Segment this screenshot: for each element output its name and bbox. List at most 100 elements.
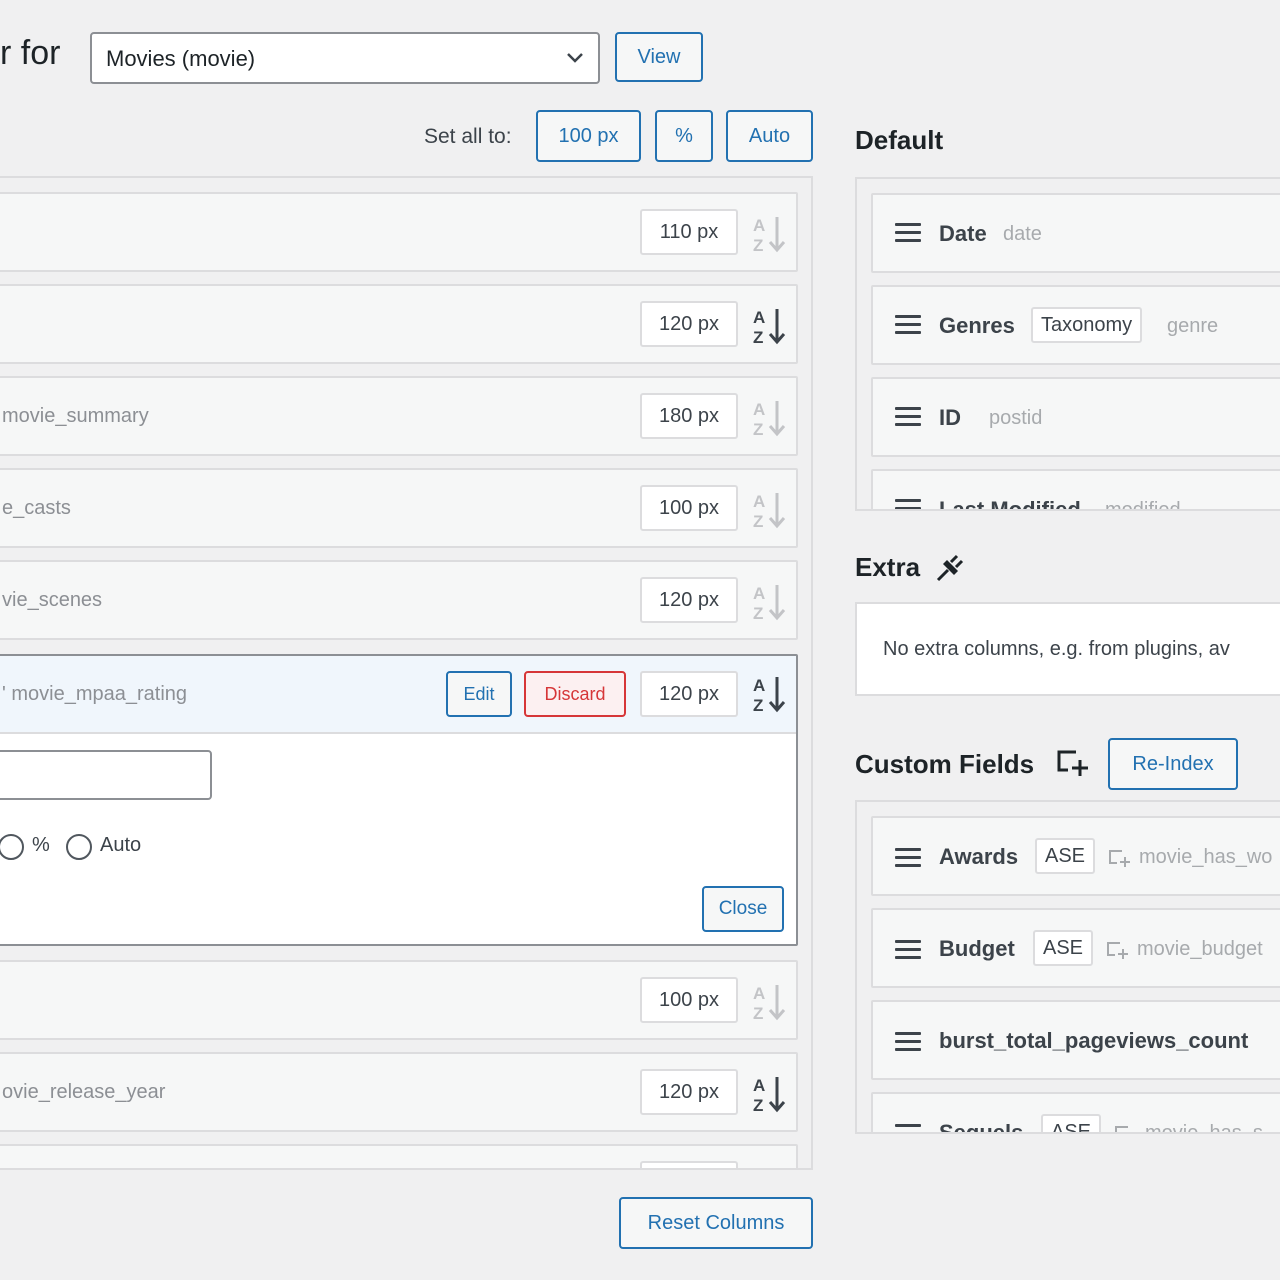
column-width-button[interactable]: 100 px	[640, 485, 738, 531]
drag-handle-icon[interactable]	[895, 499, 921, 509]
set-all-auto-button[interactable]: Auto	[726, 110, 813, 162]
column-width-button[interactable]: 110 px	[640, 209, 738, 255]
field-name: ID	[939, 405, 961, 430]
column-width-button[interactable]: 120 px	[640, 577, 738, 623]
drag-handle-icon[interactable]	[895, 1124, 921, 1132]
field-meta: movie_budget	[1137, 938, 1263, 960]
custom-field-icon	[1115, 1126, 1128, 1132]
svg-text:Z: Z	[753, 1004, 763, 1022]
drag-handle-icon[interactable]	[895, 1032, 921, 1052]
drag-handle-icon[interactable]	[895, 848, 921, 868]
close-button[interactable]: Close	[702, 886, 784, 932]
svg-text:A: A	[753, 400, 765, 419]
column-row[interactable]: 120 px AZ	[0, 284, 798, 364]
field-meta: postid	[989, 407, 1043, 429]
field-badge: Taxonomy	[1031, 307, 1143, 343]
default-columns-panel: Date date Genres Taxonomy genre ID posti…	[855, 177, 1280, 511]
svg-text:A: A	[753, 216, 765, 235]
svg-text:Z: Z	[753, 1096, 763, 1114]
edit-button[interactable]: Edit	[446, 671, 512, 717]
svg-text:Z: Z	[753, 328, 763, 346]
default-section-title: Default	[855, 125, 944, 155]
drag-handle-icon[interactable]	[895, 223, 921, 243]
column-slug: movie_summary	[2, 404, 149, 427]
sort-icon[interactable]: AZ	[752, 306, 786, 346]
set-all-percent-button[interactable]: %	[655, 110, 713, 162]
chevron-down-icon	[567, 53, 583, 63]
sort-icon[interactable]: AZ	[752, 1074, 786, 1114]
column-row-partial[interactable]	[0, 1144, 798, 1168]
field-item[interactable]: Date date	[871, 193, 1280, 273]
column-row[interactable]: 110 px AZ	[0, 192, 798, 272]
reindex-button[interactable]: Re-Index	[1108, 738, 1238, 790]
unit-px-radio[interactable]	[0, 834, 24, 860]
custom-field-icon	[1107, 942, 1128, 959]
column-width-button[interactable]: 180 px	[640, 393, 738, 439]
field-name: Budget	[939, 936, 1015, 961]
field-name: Awards	[939, 844, 1019, 869]
discard-button[interactable]: Discard	[524, 671, 626, 717]
unit-auto-radio[interactable]	[66, 834, 92, 860]
field-meta: genre	[1167, 315, 1219, 337]
svg-text:Z: Z	[753, 604, 763, 622]
extra-empty-message: No extra columns, e.g. from plugins, av	[883, 638, 1230, 660]
column-row-expanded[interactable]: ' movie_mpaa_rating Edit Discard 120 px …	[0, 654, 798, 946]
field-item[interactable]: ID postid	[871, 377, 1280, 457]
field-badge: ASE	[1033, 930, 1094, 966]
field-meta: date	[1003, 223, 1042, 245]
extra-columns-panel: No extra columns, e.g. from plugins, av	[855, 602, 1280, 696]
field-name: Date	[939, 221, 987, 246]
field-meta: modified	[1105, 499, 1181, 511]
sort-icon[interactable]: AZ	[752, 982, 786, 1022]
width-input[interactable]	[0, 750, 212, 800]
drag-handle-icon[interactable]	[895, 940, 921, 960]
field-item[interactable]: burst_total_pageviews_count	[871, 1000, 1280, 1080]
custom-field-icon	[1109, 850, 1130, 867]
column-width-button[interactable]	[640, 1161, 738, 1168]
sort-icon[interactable]: AZ	[752, 214, 786, 254]
field-item[interactable]: Sequels ASE movie_has_s	[871, 1092, 1280, 1134]
drag-handle-icon[interactable]	[895, 407, 921, 427]
field-item[interactable]: Genres Taxonomy genre	[871, 285, 1280, 365]
sort-icon[interactable]: AZ	[752, 398, 786, 438]
column-slug: e_casts	[2, 496, 71, 519]
column-row[interactable]: movie_summary 180 px AZ	[0, 376, 798, 456]
column-width-button[interactable]: 100 px	[640, 977, 738, 1023]
columns-panel: 110 px AZ 120 px AZ movie_summary 180 px…	[0, 176, 813, 1170]
column-width-button[interactable]: 120 px	[640, 301, 738, 347]
column-row[interactable]: ovie_release_year 120 px AZ	[0, 1052, 798, 1132]
column-row[interactable]: vie_scenes 120 px AZ	[0, 560, 798, 640]
svg-text:A: A	[753, 584, 765, 603]
field-name: burst_total_pageviews_count	[939, 1028, 1249, 1053]
field-badge: ASE	[1035, 838, 1096, 874]
field-name: Sequels	[939, 1120, 1024, 1134]
set-all-100px-button[interactable]: 100 px	[536, 110, 641, 162]
post-type-select-value: Movies (movie)	[106, 46, 256, 71]
field-meta: movie_has_s	[1145, 1122, 1263, 1134]
column-slug: vie_scenes	[2, 588, 103, 611]
column-row[interactable]: e_casts 100 px AZ	[0, 468, 798, 548]
field-item[interactable]: Awards ASE movie_has_wo	[871, 816, 1280, 896]
custom-fields-section-title: Custom Fields	[855, 749, 1035, 779]
sort-icon[interactable]: AZ	[752, 582, 786, 622]
unit-auto-label: Auto	[100, 834, 142, 856]
post-type-select[interactable]: Movies (movie)	[90, 32, 600, 84]
reset-columns-button[interactable]: Reset Columns	[619, 1197, 813, 1249]
drag-handle-icon[interactable]	[895, 315, 921, 335]
sort-icon[interactable]: AZ	[752, 674, 786, 714]
svg-text:Z: Z	[753, 696, 763, 714]
set-all-label: Set all to:	[424, 125, 512, 148]
unit-percent-label: %	[32, 834, 50, 856]
svg-text:A: A	[753, 984, 765, 1003]
svg-text:Z: Z	[753, 420, 763, 438]
field-item[interactable]: Budget ASE movie_budget	[871, 908, 1280, 988]
svg-text:A: A	[753, 492, 765, 511]
column-row[interactable]: 100 px AZ	[0, 960, 798, 1040]
sort-icon[interactable]: AZ	[752, 490, 786, 530]
view-button[interactable]: View	[615, 32, 703, 82]
plugin-icon	[936, 554, 964, 582]
column-width-button[interactable]: 120 px	[640, 671, 738, 717]
svg-text:Z: Z	[753, 512, 763, 530]
column-width-button[interactable]: 120 px	[640, 1069, 738, 1115]
field-item[interactable]: Last Modified modified	[871, 469, 1280, 511]
